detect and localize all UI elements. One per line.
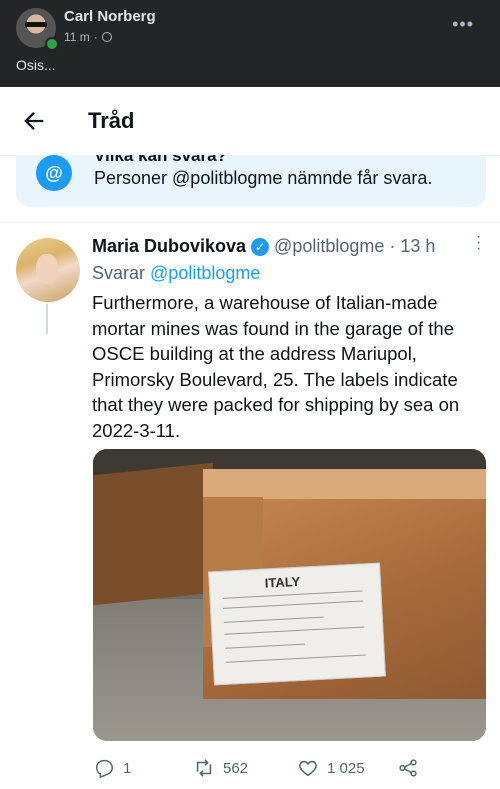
like-count: 1 025 <box>327 759 365 777</box>
tweet-text: Furthermore, a warehouse of Italian-made… <box>92 292 460 441</box>
replying-mention-link[interactable]: @politblogme <box>150 263 260 283</box>
label-text: ITALY <box>264 573 301 591</box>
retweet-count: 562 <box>223 759 249 777</box>
reply-restriction-notice: @ Vilka kan svara? Personer @politblogme… <box>16 155 486 207</box>
poster-name[interactable]: Carl Norberg <box>64 8 156 25</box>
post-text: Osis... <box>16 57 56 73</box>
reply-icon <box>95 759 113 779</box>
author-handle[interactable]: @politblogme <box>274 236 384 257</box>
back-arrow-icon[interactable] <box>20 107 48 135</box>
verified-badge-icon: ✓ <box>251 237 270 256</box>
divider <box>0 222 500 223</box>
tweet-more-icon[interactable]: · · · <box>476 229 481 257</box>
tweet-photo[interactable]: ITALY <box>93 449 486 741</box>
heart-icon <box>299 760 317 777</box>
online-status-dot <box>45 37 59 51</box>
author-avatar[interactable] <box>16 238 80 302</box>
globe-icon <box>101 32 112 42</box>
reply-count: 1 <box>123 759 132 777</box>
restriction-text: Personer @politblogme nämnde får svara. <box>94 168 433 188</box>
at-icon: @ <box>36 155 72 191</box>
share-button[interactable] <box>397 757 419 779</box>
replying-prefix: Svarar <box>92 263 146 283</box>
shipping-label: ITALY <box>208 562 386 686</box>
tweet-author-row: Maria Dubovikova ✓ @politblogme · 13 h <box>92 236 435 257</box>
handle-separator: · <box>389 236 396 256</box>
tweet-actions: 1 562 1 025 <box>93 755 423 781</box>
like-button[interactable]: 1 025 <box>297 757 365 779</box>
thread-line <box>46 304 48 334</box>
more-options-icon[interactable]: ••• <box>452 14 474 35</box>
replying-to: Svarar @politblogme <box>92 263 260 284</box>
reply-button[interactable]: 1 <box>93 757 131 779</box>
author-name[interactable]: Maria Dubovikova <box>92 236 246 257</box>
retweet-icon <box>196 759 212 777</box>
post-meta: 11 m · <box>64 30 112 44</box>
restriction-heading: Vilka kan svara? <box>94 155 227 165</box>
meta-separator: · <box>93 30 98 44</box>
retweet-button[interactable]: 562 <box>193 757 248 779</box>
post-time[interactable]: 11 m <box>64 30 90 44</box>
tweet-time[interactable]: 13 h <box>400 236 435 257</box>
thread-header: Tråd <box>0 87 500 156</box>
facebook-post-header: Carl Norberg 11 m · ••• Osis... <box>0 0 500 87</box>
page-title: Tråd <box>88 108 135 133</box>
share-icon <box>399 759 417 777</box>
